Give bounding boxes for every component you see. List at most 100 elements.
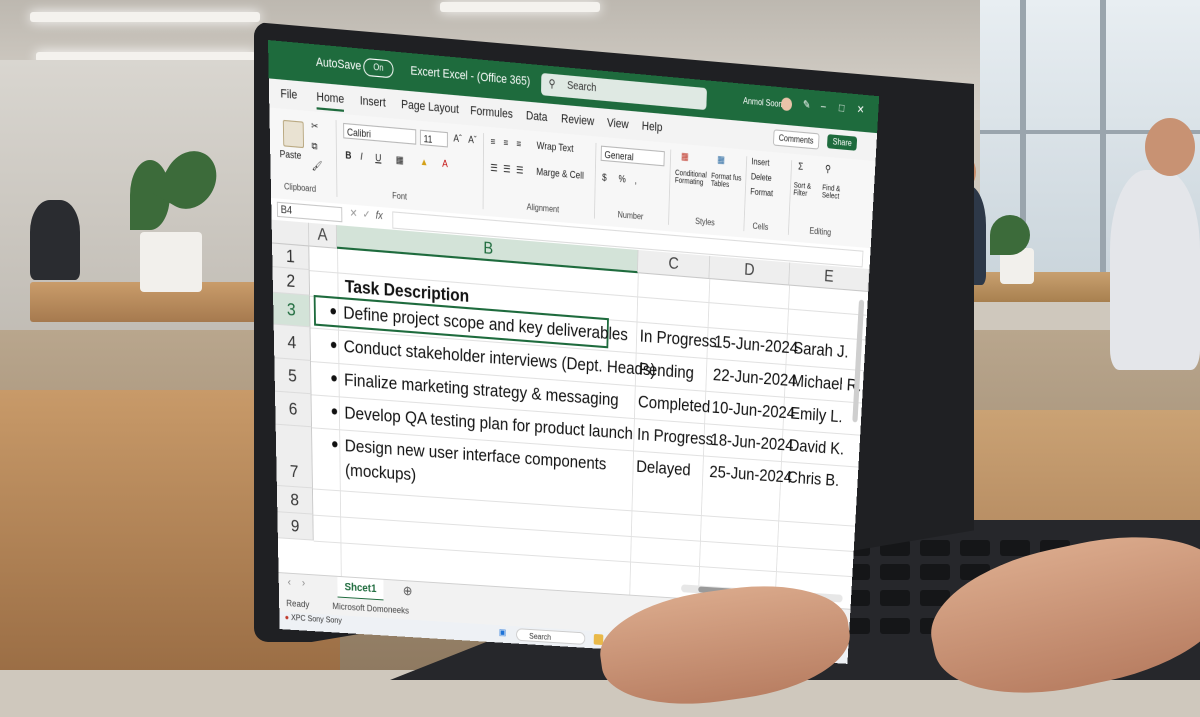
row-header[interactable]: 7	[275, 424, 313, 489]
font-size-select[interactable]: 11	[419, 129, 448, 148]
decrease-font-icon[interactable]: Aˇ	[468, 134, 476, 146]
spreadsheet-grid[interactable]: A B C D E 1 2 3 4 5 6 7 8 9 Task Descrip…	[271, 219, 870, 609]
account-label: Microsoft Domoneeks	[332, 601, 410, 616]
align-middle-icon[interactable]: ≡	[503, 137, 508, 148]
owner-cell[interactable]: Chris B.	[787, 467, 840, 491]
cancel-icon[interactable]: ✕	[350, 208, 358, 221]
increase-font-icon[interactable]: Aˆ	[453, 133, 461, 145]
taskbar-search[interactable]: Search	[516, 628, 586, 645]
status-cell[interactable]: In Progress	[637, 424, 714, 450]
select-all-corner[interactable]	[271, 219, 310, 247]
tab-view[interactable]: View	[607, 117, 629, 132]
autosave-toggle[interactable]: On	[363, 57, 394, 79]
name-box[interactable]: B4	[276, 201, 343, 223]
number-format-select[interactable]: General	[600, 145, 665, 167]
bold-button[interactable]: B	[345, 150, 351, 162]
task-cell[interactable]: Design new user interface components (moc…	[332, 433, 607, 501]
notification-subtitle: Sony Sony	[307, 614, 342, 626]
avatar[interactable]	[780, 97, 793, 112]
format-painter-icon[interactable]: 🖌	[312, 160, 323, 173]
minimize-icon[interactable]: –	[821, 101, 827, 113]
tab-page-layout[interactable]: Page Layout	[401, 98, 459, 116]
copy-icon[interactable]: ⧉	[311, 140, 317, 153]
fill-color-icon[interactable]: ▲	[420, 156, 428, 168]
owner-cell[interactable]: David K.	[788, 436, 844, 460]
add-sheet-icon[interactable]: ⊕	[403, 583, 413, 599]
tab-review[interactable]: Review	[561, 112, 594, 128]
align-left-icon[interactable]: ☰	[490, 162, 498, 175]
status-cell[interactable]: Delayed	[636, 457, 691, 481]
column-header-c[interactable]: C	[637, 250, 711, 280]
underline-button[interactable]: U	[375, 152, 381, 163]
currency-button[interactable]: $	[602, 172, 607, 183]
row-header[interactable]: 9	[277, 512, 314, 541]
align-center-icon[interactable]: ☰	[503, 163, 511, 176]
row-header[interactable]: 1	[272, 243, 310, 271]
row-header[interactable]: 4	[273, 324, 311, 362]
borders-icon[interactable]: ▦	[396, 154, 404, 167]
notification[interactable]: ● XPC Sony Sony	[285, 613, 342, 625]
comments-button[interactable]: Comments	[772, 129, 820, 150]
merge-center-button[interactable]: Marge & Cell	[536, 166, 584, 181]
autosave-label: AutoSave	[315, 55, 362, 74]
group-label-number: Number	[617, 209, 644, 222]
app-title: Excert Excel - (Office 365)	[410, 64, 531, 89]
align-top-icon[interactable]: ≡	[490, 136, 495, 147]
maximize-icon[interactable]: □	[839, 102, 845, 114]
font-name-select[interactable]: Calibri	[343, 122, 417, 145]
close-icon[interactable]: ✕	[856, 104, 864, 117]
status-cell[interactable]: Completed	[638, 392, 711, 418]
tab-formulas[interactable]: Formules	[470, 104, 513, 121]
paste-button[interactable]: Paste	[280, 148, 302, 161]
italic-button[interactable]: I	[360, 151, 362, 162]
confirm-icon[interactable]: ✓	[363, 209, 371, 222]
owner-cell[interactable]: Emily L.	[790, 403, 843, 427]
owner-cell[interactable]: Michael R.	[791, 371, 862, 397]
font-color-icon[interactable]: A	[442, 158, 448, 169]
group-label-clipboard: Clipboard	[283, 181, 317, 195]
insert-cells-button[interactable]: Insert	[751, 157, 769, 168]
delete-cells-button[interactable]: Delete	[751, 172, 772, 183]
cut-icon[interactable]: ✂	[311, 120, 318, 133]
find-icon[interactable]: ⚲	[825, 163, 831, 175]
row-header[interactable]: 6	[274, 391, 312, 428]
wrap-text-button[interactable]: Wrap Text	[537, 140, 574, 154]
align-right-icon[interactable]: ☰	[516, 164, 524, 177]
owner-cell[interactable]: Sarah J.	[793, 338, 849, 363]
sort-filter-button[interactable]: Sort & Filter	[793, 182, 820, 199]
autosum-icon[interactable]: Σ	[798, 161, 803, 172]
format-as-table-button[interactable]: Format fus Tables	[711, 173, 742, 191]
tab-file[interactable]: File	[280, 87, 297, 102]
status-cell[interactable]: Pending	[639, 359, 695, 384]
tab-help[interactable]: Help	[642, 120, 663, 135]
conditional-formatting-icon[interactable]: ▦	[681, 150, 689, 163]
tab-data[interactable]: Data	[526, 109, 548, 124]
plant-pot	[140, 232, 202, 292]
percent-button[interactable]: %	[618, 173, 626, 184]
status-cell[interactable]: In Progress	[639, 326, 717, 353]
excel-window: AutoSave On Excert Excel - (Office 365) …	[268, 40, 880, 664]
group-label-font: Font	[392, 190, 408, 202]
pen-icon[interactable]: ✎	[803, 99, 811, 112]
tab-insert[interactable]: Insert	[360, 94, 386, 110]
share-button[interactable]: Share	[826, 134, 858, 151]
search-icon: ⚲	[548, 78, 556, 91]
clipboard-icon[interactable]	[282, 119, 305, 149]
column-header-a[interactable]: A	[308, 222, 338, 249]
prev-sheet-icon[interactable]: ‹	[288, 577, 291, 589]
format-table-icon[interactable]: ▦	[717, 154, 725, 167]
conditional-formatting-button[interactable]: Conditional Formating	[675, 169, 707, 187]
next-sheet-icon[interactable]: ›	[302, 578, 305, 590]
row-header[interactable]: 2	[272, 267, 310, 296]
tab-home[interactable]: Home	[316, 90, 345, 112]
user-name[interactable]: Anmol Soom	[743, 96, 785, 110]
find-select-button[interactable]: Find & Select	[822, 184, 851, 201]
align-bottom-icon[interactable]: ≡	[516, 138, 521, 149]
comma-style-icon[interactable]: ‚	[635, 175, 637, 186]
row-header[interactable]: 5	[274, 358, 312, 395]
format-cells-button[interactable]: Format	[750, 187, 773, 199]
row-header[interactable]: 3	[273, 292, 311, 328]
start-icon[interactable]: ▣	[499, 627, 506, 638]
row-header[interactable]: 8	[276, 485, 314, 515]
function-icon[interactable]: fx	[376, 210, 383, 222]
